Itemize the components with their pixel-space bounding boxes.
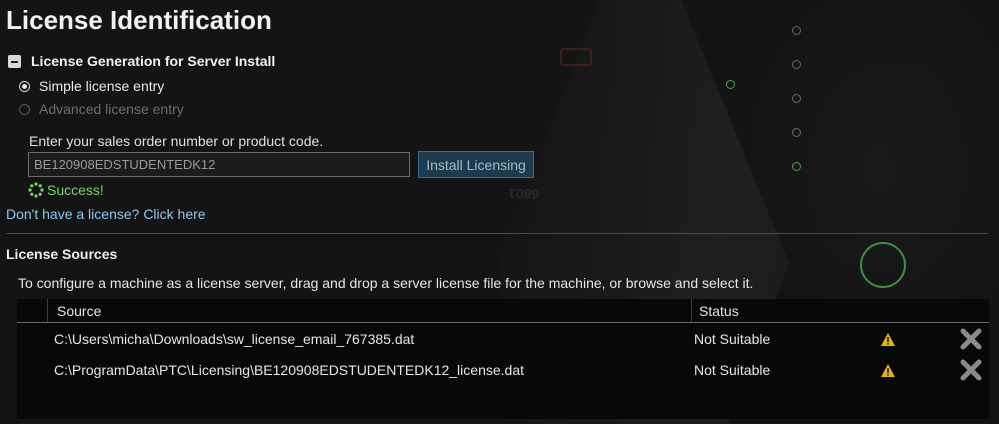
radio-unselected-icon bbox=[19, 103, 30, 115]
success-spinner-icon bbox=[28, 182, 44, 198]
warning-icon bbox=[881, 364, 895, 377]
table-row[interactable]: C:\Users\micha\Downloads\sw_license_emai… bbox=[17, 324, 989, 354]
warning-icon bbox=[881, 333, 895, 346]
status-text: Not Suitable bbox=[694, 331, 771, 347]
advanced-license-option: Advanced license entry bbox=[19, 101, 184, 117]
code-prompt: Enter your sales order number or product… bbox=[29, 133, 324, 149]
column-separator bbox=[691, 299, 692, 322]
server-install-section-toggle[interactable]: License Generation for Server Install bbox=[8, 53, 275, 69]
column-header-source[interactable]: Source bbox=[57, 303, 101, 319]
install-licensing-button[interactable]: Install Licensing bbox=[418, 151, 534, 178]
collapse-icon[interactable] bbox=[8, 54, 21, 68]
license-sources-table[interactable]: Source Status C:\Users\micha\Downloads\s… bbox=[17, 299, 989, 419]
radio-selected-icon[interactable] bbox=[19, 80, 30, 92]
section-label: License Generation for Server Install bbox=[31, 53, 276, 69]
remove-icon[interactable] bbox=[959, 327, 983, 351]
source-path: C:\Users\micha\Downloads\sw_license_emai… bbox=[54, 331, 415, 347]
status-text: Not Suitable bbox=[694, 362, 771, 378]
column-separator bbox=[47, 299, 48, 322]
source-path: C:\ProgramData\PTC\Licensing\BE120908EDS… bbox=[54, 362, 524, 378]
success-message: Success! bbox=[28, 182, 104, 198]
page-title: License Identification bbox=[6, 5, 272, 35]
table-header: Source Status bbox=[17, 299, 989, 323]
remove-icon[interactable] bbox=[959, 358, 983, 382]
license-sources-title: License Sources bbox=[6, 246, 118, 262]
table-row[interactable]: C:\ProgramData\PTC\Licensing\BE120908EDS… bbox=[17, 355, 989, 385]
product-code-input[interactable] bbox=[28, 152, 410, 177]
radio-label: Simple license entry bbox=[39, 78, 165, 94]
column-header-status[interactable]: Status bbox=[699, 303, 739, 319]
license-sources-instructions: To configure a machine as a license serv… bbox=[18, 275, 754, 291]
simple-license-option[interactable]: Simple license entry bbox=[19, 78, 164, 94]
radio-label: Advanced license entry bbox=[39, 101, 184, 117]
divider bbox=[6, 233, 988, 234]
success-text: Success! bbox=[47, 182, 104, 198]
get-license-link[interactable]: Don't have a license? Click here bbox=[6, 206, 206, 222]
